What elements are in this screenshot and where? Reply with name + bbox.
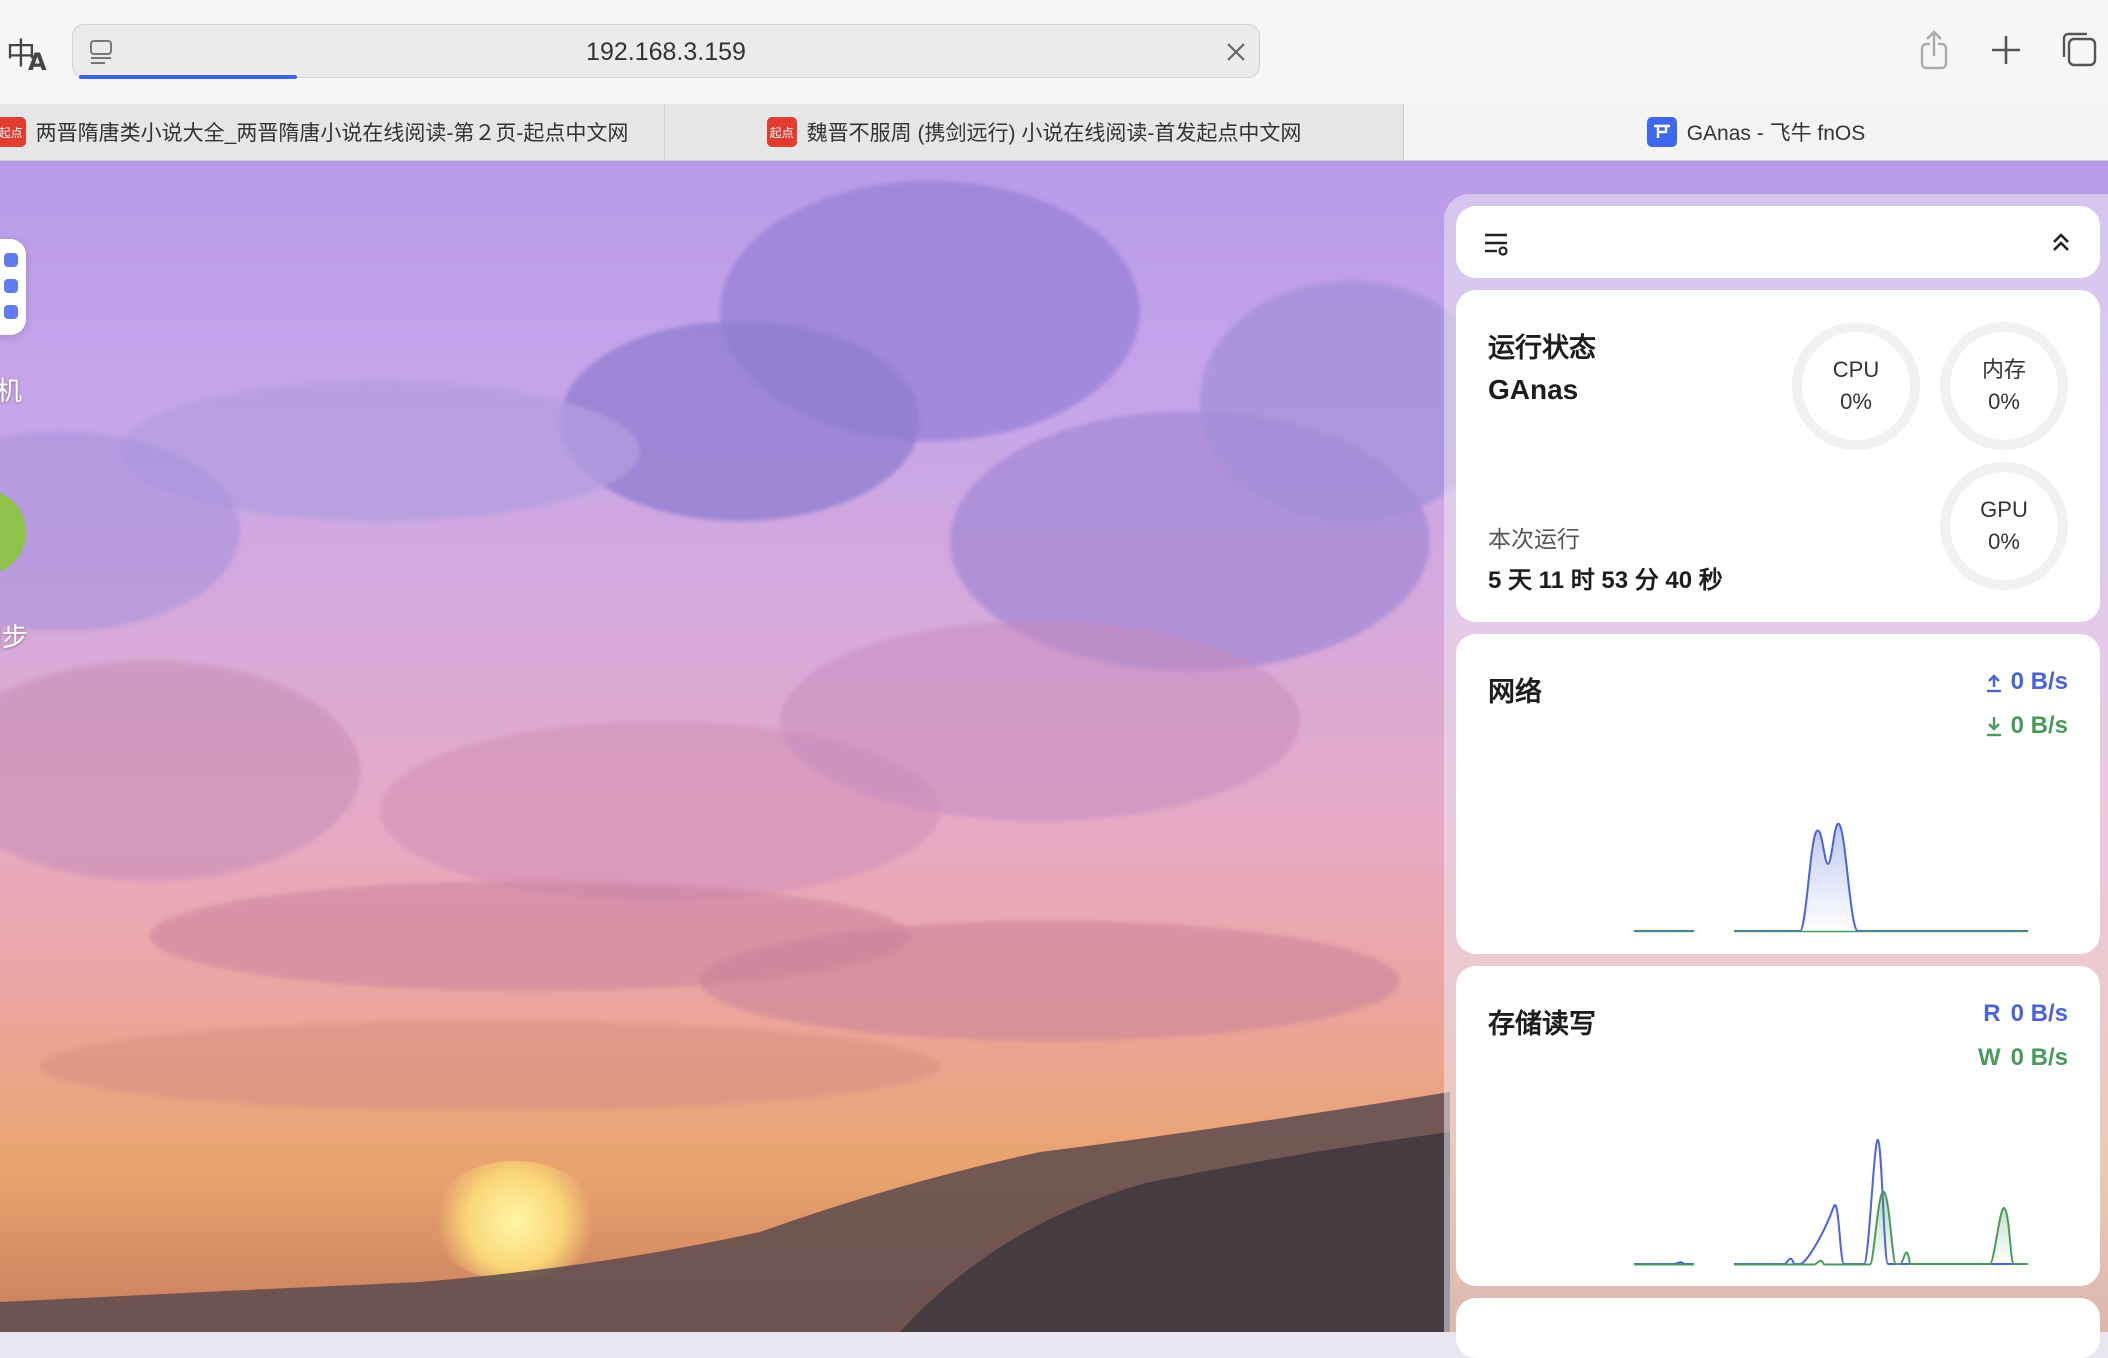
fn-logo-icon [1646,117,1677,147]
upload-arrow-icon [1986,674,2001,693]
read-prefix: R [1983,1000,2001,1027]
storage-card[interactable]: 存储读写 R 0 B/s W 0 B/s [1456,966,2100,1286]
qidian-favicon-icon: 起点 [766,117,797,147]
uptime-value: 5 天 11 时 53 分 40 秒 [1488,567,1723,594]
write-rate: W 0 B/s [1978,1044,2068,1072]
status-card[interactable]: 运行状态 GAnas CPU 0% 内存 0% GPU 0% 本次运行 5 天 … [1456,290,2100,622]
download-rate: 0 B/s [1985,712,2068,740]
gauge-label: 内存 [1981,357,2026,382]
plus-icon[interactable] [1982,26,2030,74]
download-value: 0 B/s [2010,712,2068,739]
memory-gauge: 内存 0% [1940,322,2068,450]
tree-line [0,1092,1450,1332]
network-card[interactable]: 网络 0 B/s 0 B/s [1456,634,2100,954]
hostname: GAnas [1488,374,1579,405]
storage-sparkline [1634,1138,2028,1266]
write-prefix: W [1977,1044,2001,1071]
gauge-value: 0% [1988,389,2020,414]
status-title: 运行状态 [1488,333,1596,363]
upload-value: 0 B/s [2010,668,2068,695]
filter-icon[interactable] [1482,228,1512,258]
tab-title: 魏晋不服周 (携剑远行) 小说在线阅读-首发起点中文网 [806,122,1302,145]
translate-icon[interactable]: 中 A [4,30,52,74]
tab-title: 两晋隋唐类小说大全_两晋隋唐小说在线阅读-第２页-起点中文网 [35,122,629,145]
download-arrow-icon [1986,717,2001,737]
desktop-app-label: 机 [0,376,23,406]
write-value: 0 B/s [2010,1044,2068,1071]
upload-rate: 0 B/s [1985,668,2068,696]
uptime-label: 本次运行 [1488,526,1580,552]
next-widget-card[interactable] [1456,1298,2100,1358]
share-icon[interactable] [1910,26,1958,74]
cpu-gauge: CPU 0% [1792,322,1920,450]
tab-strip: 起点 两晋隋唐类小说大全_两晋隋唐小说在线阅读-第２页-起点中文网 起点 魏晋不… [0,104,2108,161]
gauge-label: CPU [1832,357,1880,382]
browser-toolbar: 中 A 192.168.3.159 [0,0,2108,105]
network-title: 网络 [1488,677,1542,707]
tab-fnos[interactable]: GAnas - 飞牛 fnOS [1404,104,2108,160]
chevron-double-up-icon[interactable] [2046,228,2076,258]
url-text[interactable]: 192.168.3.159 [73,38,1259,67]
gauge-value: 0% [1840,389,1872,414]
tab-title: GAnas - 飞牛 fnOS [1686,122,1866,145]
qidian-favicon-icon: 起点 [0,117,26,147]
read-rate: R 0 B/s [1983,1000,2068,1028]
gpu-gauge: GPU 0% [1940,462,2068,590]
desktop-app-label: 同步 [0,622,29,652]
close-icon[interactable] [1221,37,1251,67]
widget-panel-header [1456,206,2100,278]
desktop-app-icon[interactable] [0,239,26,335]
gauge-label: GPU [1980,497,2028,522]
network-sparkline [1634,822,2028,933]
tab-qidian-list[interactable]: 起点 两晋隋唐类小说大全_两晋隋唐小说在线阅读-第２页-起点中文网 [0,104,665,160]
read-value: 0 B/s [2010,1000,2068,1027]
storage-title: 存储读写 [1488,1009,1596,1039]
tabs-icon[interactable] [2056,26,2104,74]
page-load-progress [79,75,297,79]
address-bar[interactable]: 192.168.3.159 [72,24,1260,79]
gauge-value: 0% [1988,529,2020,554]
svg-text:A: A [28,48,47,74]
tab-qidian-novel[interactable]: 起点 魏晋不服周 (携剑远行) 小说在线阅读-首发起点中文网 [665,104,1404,160]
